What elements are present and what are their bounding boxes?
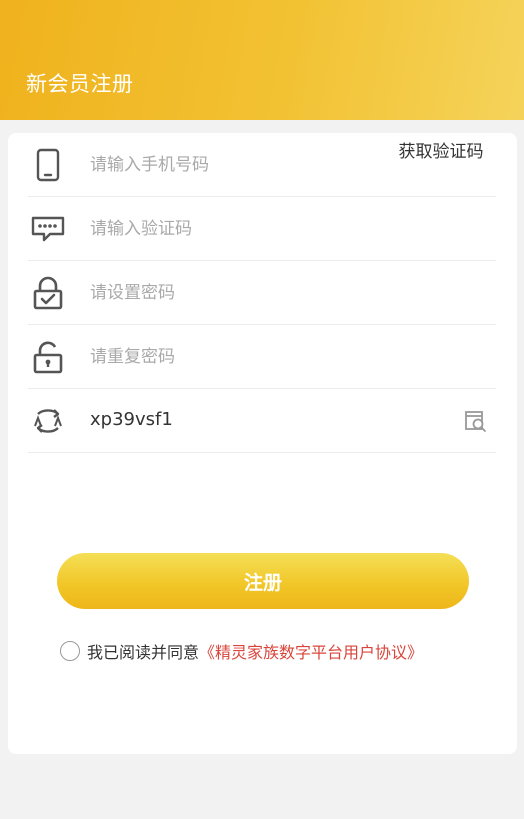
lock-check-icon [28, 273, 68, 313]
register-button[interactable]: 注册 [57, 553, 469, 609]
refresh-search-icon[interactable] [464, 409, 488, 433]
swap-icon [28, 401, 68, 441]
password-row [28, 261, 496, 325]
lock-open-icon [28, 337, 68, 377]
page-header: 新会员注册 [0, 0, 524, 120]
captcha-code: xp39vsf1 [90, 409, 173, 430]
password-input[interactable] [90, 275, 390, 311]
password-confirm-input[interactable] [90, 339, 390, 375]
agreement-radio[interactable] [60, 641, 80, 661]
register-form-card: 获取验证码 [8, 133, 517, 754]
sms-code-input[interactable] [90, 211, 390, 247]
phone-input[interactable] [90, 147, 390, 183]
password-confirm-row [28, 325, 496, 389]
captcha-row: xp39vsf1 [28, 389, 496, 453]
agreement-link[interactable]: 《精灵家族数字平台用户协议》 [199, 639, 423, 663]
get-code-button[interactable]: 获取验证码 [396, 141, 486, 164]
agreement-text: 我已阅读并同意 [87, 643, 200, 662]
phone-row: 获取验证码 [28, 133, 496, 197]
agreement-row: 我已阅读并同意 《精灵家族数字平台用户协议》 [60, 639, 423, 663]
page-title: 新会员注册 [26, 72, 134, 96]
mobile-phone-icon [28, 145, 68, 185]
sms-code-row [28, 197, 496, 261]
message-bubble-icon [28, 209, 68, 249]
